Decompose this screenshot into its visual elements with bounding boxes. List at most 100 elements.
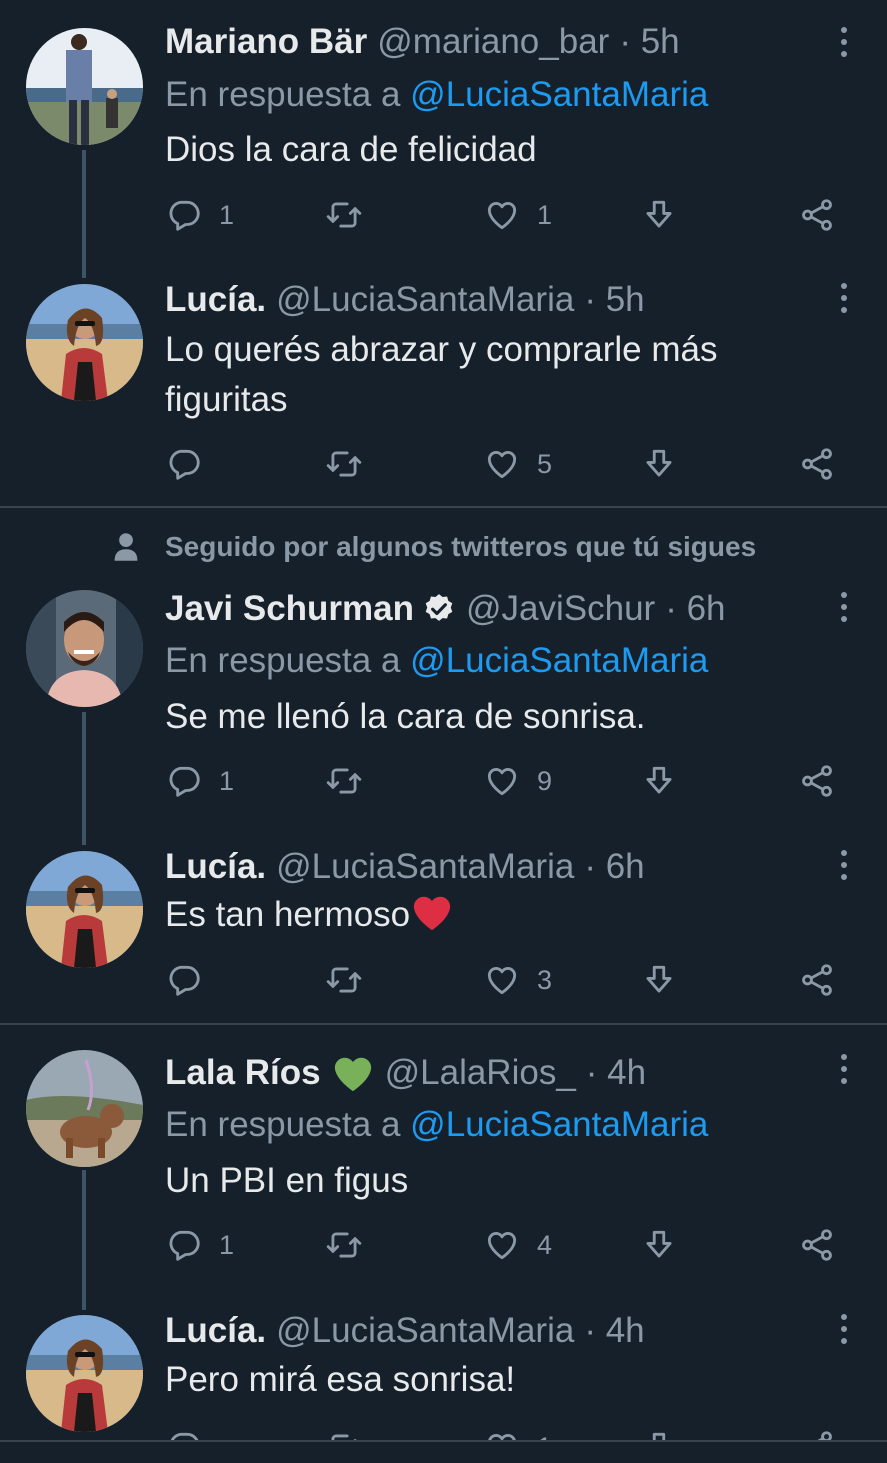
- retweet-button[interactable]: [325, 195, 379, 235]
- tweet[interactable]: Lucía. @LuciaSantaMaria · 5h Lo querés a…: [0, 270, 887, 506]
- timestamp[interactable]: · 6h: [665, 589, 725, 629]
- more-options-icon[interactable]: [830, 1309, 858, 1349]
- tweet[interactable]: Mariano Bär @mariano_bar · 5h En respues…: [0, 0, 887, 278]
- download-button[interactable]: [640, 960, 678, 1000]
- display-name[interactable]: Lucía.: [165, 1311, 266, 1351]
- more-options-icon[interactable]: [830, 845, 858, 885]
- download-button[interactable]: [640, 1225, 678, 1265]
- like-button[interactable]: 3: [483, 960, 552, 1000]
- woman-at-beach-photo: [26, 851, 143, 968]
- like-count: 4: [537, 1229, 553, 1260]
- reply-count: 1: [219, 765, 235, 796]
- reply-count: 1: [219, 1229, 235, 1260]
- retweet-button[interactable]: [325, 444, 379, 484]
- share-button[interactable]: [798, 960, 836, 1000]
- share-icon: [798, 196, 836, 234]
- handle[interactable]: @JaviSchur: [466, 589, 655, 629]
- handle[interactable]: @LuciaSantaMaria: [276, 847, 574, 887]
- person-icon: [114, 533, 138, 561]
- retweet-icon: [325, 762, 363, 800]
- share-button[interactable]: [798, 195, 836, 235]
- social-context-text: Seguido por algunos twitteros que tú sig…: [165, 531, 757, 562]
- avatar[interactable]: [26, 28, 143, 145]
- reply-icon: [165, 762, 203, 800]
- more-options-icon[interactable]: [830, 22, 858, 62]
- download-button[interactable]: [640, 195, 678, 235]
- reply-mention-link[interactable]: @LuciaSantaMaria: [410, 75, 708, 114]
- retweet-button[interactable]: [325, 1225, 379, 1265]
- handle[interactable]: @LuciaSantaMaria: [276, 280, 574, 320]
- avatar[interactable]: [26, 284, 143, 401]
- reply-mention-link[interactable]: @LuciaSantaMaria: [410, 1105, 708, 1144]
- download-button[interactable]: [640, 444, 678, 484]
- tweet-header: Lucía. @LuciaSantaMaria · 6h: [165, 847, 645, 887]
- tweet[interactable]: Javi Schurman @JaviSchur · 6h En respues…: [0, 575, 887, 845]
- reply-button[interactable]: [165, 960, 219, 1000]
- tweet-header: Lala Ríos @LalaRios_ · 4h: [165, 1053, 646, 1093]
- download-arrow-icon: [640, 961, 678, 999]
- tweet-header: Lucía. @LuciaSantaMaria · 4h: [165, 1311, 645, 1351]
- share-icon: [798, 961, 836, 999]
- thread-line: [82, 1170, 86, 1310]
- like-button[interactable]: 9: [483, 761, 552, 801]
- like-count: 5: [537, 448, 553, 479]
- reply-icon: [165, 196, 203, 234]
- reply-context: En respuesta a @LuciaSantaMaria: [165, 1105, 708, 1145]
- display-name[interactable]: Lucía.: [165, 847, 266, 887]
- reply-button[interactable]: [165, 444, 219, 484]
- retweet-icon: [325, 961, 363, 999]
- reply-prefix: En respuesta a: [165, 75, 401, 114]
- handle[interactable]: @LalaRios_: [385, 1053, 576, 1093]
- timestamp[interactable]: · 4h: [586, 1053, 646, 1093]
- tweet-text: Se me llenó la cara de sonrisa.: [165, 697, 646, 736]
- reply-button[interactable]: 1: [165, 195, 234, 235]
- avatar[interactable]: [26, 590, 143, 707]
- timestamp[interactable]: · 4h: [584, 1311, 644, 1351]
- like-button[interactable]: 5: [483, 444, 552, 484]
- tweet[interactable]: Lucía. @LuciaSantaMaria · 6h Es tan herm…: [0, 845, 887, 1023]
- tweet[interactable]: Lucía. @LuciaSantaMaria · 4h Pero mirá e…: [0, 1303, 887, 1463]
- more-options-icon[interactable]: [830, 278, 858, 318]
- share-button[interactable]: [798, 761, 836, 801]
- avatar[interactable]: [26, 1315, 143, 1432]
- avatar[interactable]: [26, 851, 143, 968]
- avatar[interactable]: [26, 1050, 143, 1167]
- display-name[interactable]: Javi Schurman: [165, 589, 414, 629]
- download-arrow-icon: [640, 196, 678, 234]
- retweet-button[interactable]: [325, 761, 379, 801]
- reply-icon: [165, 445, 203, 483]
- reply-icon: [165, 1226, 203, 1264]
- reply-button[interactable]: 1: [165, 1225, 234, 1265]
- like-count: 1: [537, 199, 553, 230]
- more-options-icon[interactable]: [830, 1049, 858, 1089]
- retweet-icon: [325, 196, 363, 234]
- share-button[interactable]: [798, 1225, 836, 1265]
- handle[interactable]: @LuciaSantaMaria: [276, 1311, 574, 1351]
- timestamp[interactable]: · 6h: [584, 847, 644, 887]
- reply-mention-link[interactable]: @LuciaSantaMaria: [410, 641, 708, 680]
- like-button[interactable]: 1: [483, 195, 552, 235]
- heart-icon: [483, 1226, 521, 1264]
- like-count: 9: [537, 765, 553, 796]
- share-icon: [798, 1226, 836, 1264]
- reply-context: En respuesta a @LuciaSantaMaria: [165, 641, 708, 681]
- timestamp[interactable]: · 5h: [584, 280, 644, 320]
- handle[interactable]: @mariano_bar: [377, 22, 609, 62]
- display-name[interactable]: Lucía.: [165, 280, 266, 320]
- heart-icon: [483, 445, 521, 483]
- share-button[interactable]: [798, 444, 836, 484]
- display-name[interactable]: Lala Ríos: [165, 1053, 321, 1093]
- reply-button[interactable]: 1: [165, 761, 234, 801]
- tweet[interactable]: Lala Ríos @LalaRios_ · 4h En respuesta a…: [0, 1025, 887, 1310]
- smiling-man-photo: [26, 590, 143, 707]
- timestamp[interactable]: · 5h: [619, 22, 679, 62]
- tweet-text: Dios la cara de felicidad: [165, 130, 537, 169]
- like-button[interactable]: 4: [483, 1225, 552, 1265]
- display-name[interactable]: Mariano Bär: [165, 22, 367, 62]
- more-options-icon[interactable]: [830, 587, 858, 627]
- retweet-button[interactable]: [325, 960, 379, 1000]
- download-button[interactable]: [640, 761, 678, 801]
- social-context: Seguido por algunos twitteros que tú sig…: [0, 527, 887, 567]
- download-arrow-icon: [640, 445, 678, 483]
- tweet-header: Mariano Bär @mariano_bar · 5h: [165, 22, 680, 62]
